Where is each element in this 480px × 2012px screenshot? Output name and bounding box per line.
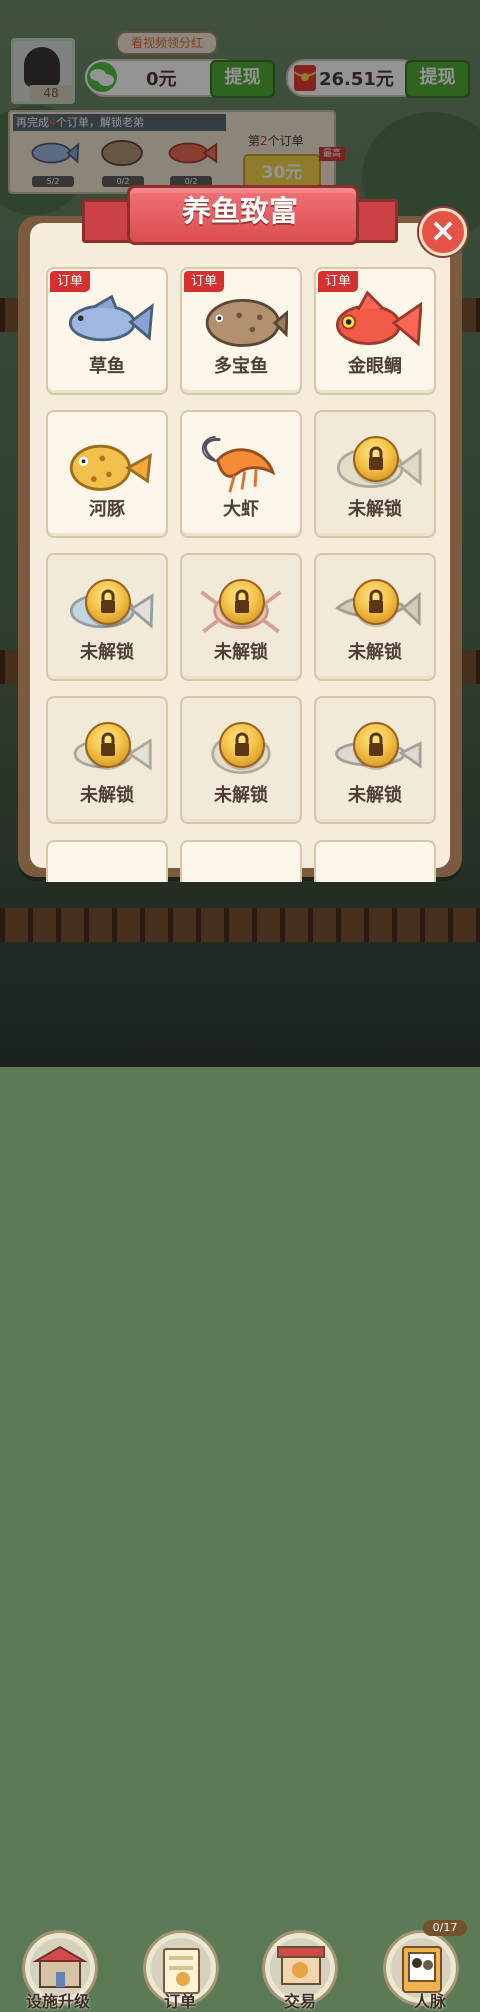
locked-label: 未解锁 (80, 785, 134, 806)
lock-icon (85, 579, 131, 625)
turbot-icon (205, 298, 288, 347)
locked-card[interactable]: 未解锁 (180, 696, 302, 824)
partially-visible-card[interactable] (46, 840, 168, 882)
contacts-count-badge: 0/17 (423, 1920, 467, 1936)
fish-name: 草鱼 (89, 356, 125, 377)
locked-card[interactable]: 未解锁 (314, 410, 436, 538)
locked-card[interactable]: 未解锁 (46, 696, 168, 824)
locked-label: 未解锁 (80, 642, 134, 663)
puffer-fish-icon (69, 444, 152, 491)
lock-icon (353, 722, 399, 768)
locked-label: 未解锁 (214, 785, 268, 806)
modal-title: 养鱼致富 (181, 194, 298, 228)
fish-name: 大虾 (223, 499, 259, 520)
lock-icon (219, 722, 265, 768)
lock-icon (353, 579, 399, 625)
fish-card-turbot[interactable]: 订单 多宝鱼 (180, 267, 302, 395)
fish-name: 金眼鲷 (348, 356, 402, 377)
contacts-nav-label[interactable]: 人脉 (397, 1988, 463, 2011)
fish-card-golden-eye-snapper[interactable]: 订单 金眼鲷 (314, 267, 436, 395)
lock-icon (353, 436, 399, 482)
shrimp-icon (201, 435, 276, 493)
grass-carp-icon (68, 294, 154, 342)
locked-card[interactable]: 未解锁 (314, 696, 436, 824)
lock-icon (85, 722, 131, 768)
partially-visible-card[interactable] (180, 840, 302, 882)
locked-card[interactable]: 未解锁 (314, 553, 436, 681)
fish-name: 多宝鱼 (214, 356, 268, 377)
locked-label: 未解锁 (348, 499, 402, 520)
facility-upgrade-label[interactable]: 设施升级 (10, 1988, 106, 2011)
fish-card-puffer[interactable]: 河豚 (46, 410, 168, 538)
golden-eye-snapper-icon (335, 290, 422, 347)
modal-title-ribbon: 养鱼致富 (82, 185, 398, 245)
locked-label: 未解锁 (348, 642, 402, 663)
locked-card[interactable]: 未解锁 (180, 553, 302, 681)
fish-card-shrimp[interactable]: 大虾 (180, 410, 302, 538)
lock-icon (219, 579, 265, 625)
partially-visible-card[interactable] (314, 840, 436, 882)
locked-label: 未解锁 (214, 642, 268, 663)
orders-nav-label[interactable]: 订单 (143, 1988, 217, 2011)
trade-nav-label[interactable]: 交易 (262, 1988, 338, 2011)
close-icon[interactable]: × (419, 208, 467, 256)
locked-card[interactable]: 未解锁 (46, 553, 168, 681)
fish-name: 河豚 (89, 499, 125, 520)
locked-label: 未解锁 (348, 785, 402, 806)
fish-card-grass-carp[interactable]: 订单 草鱼 (46, 267, 168, 395)
